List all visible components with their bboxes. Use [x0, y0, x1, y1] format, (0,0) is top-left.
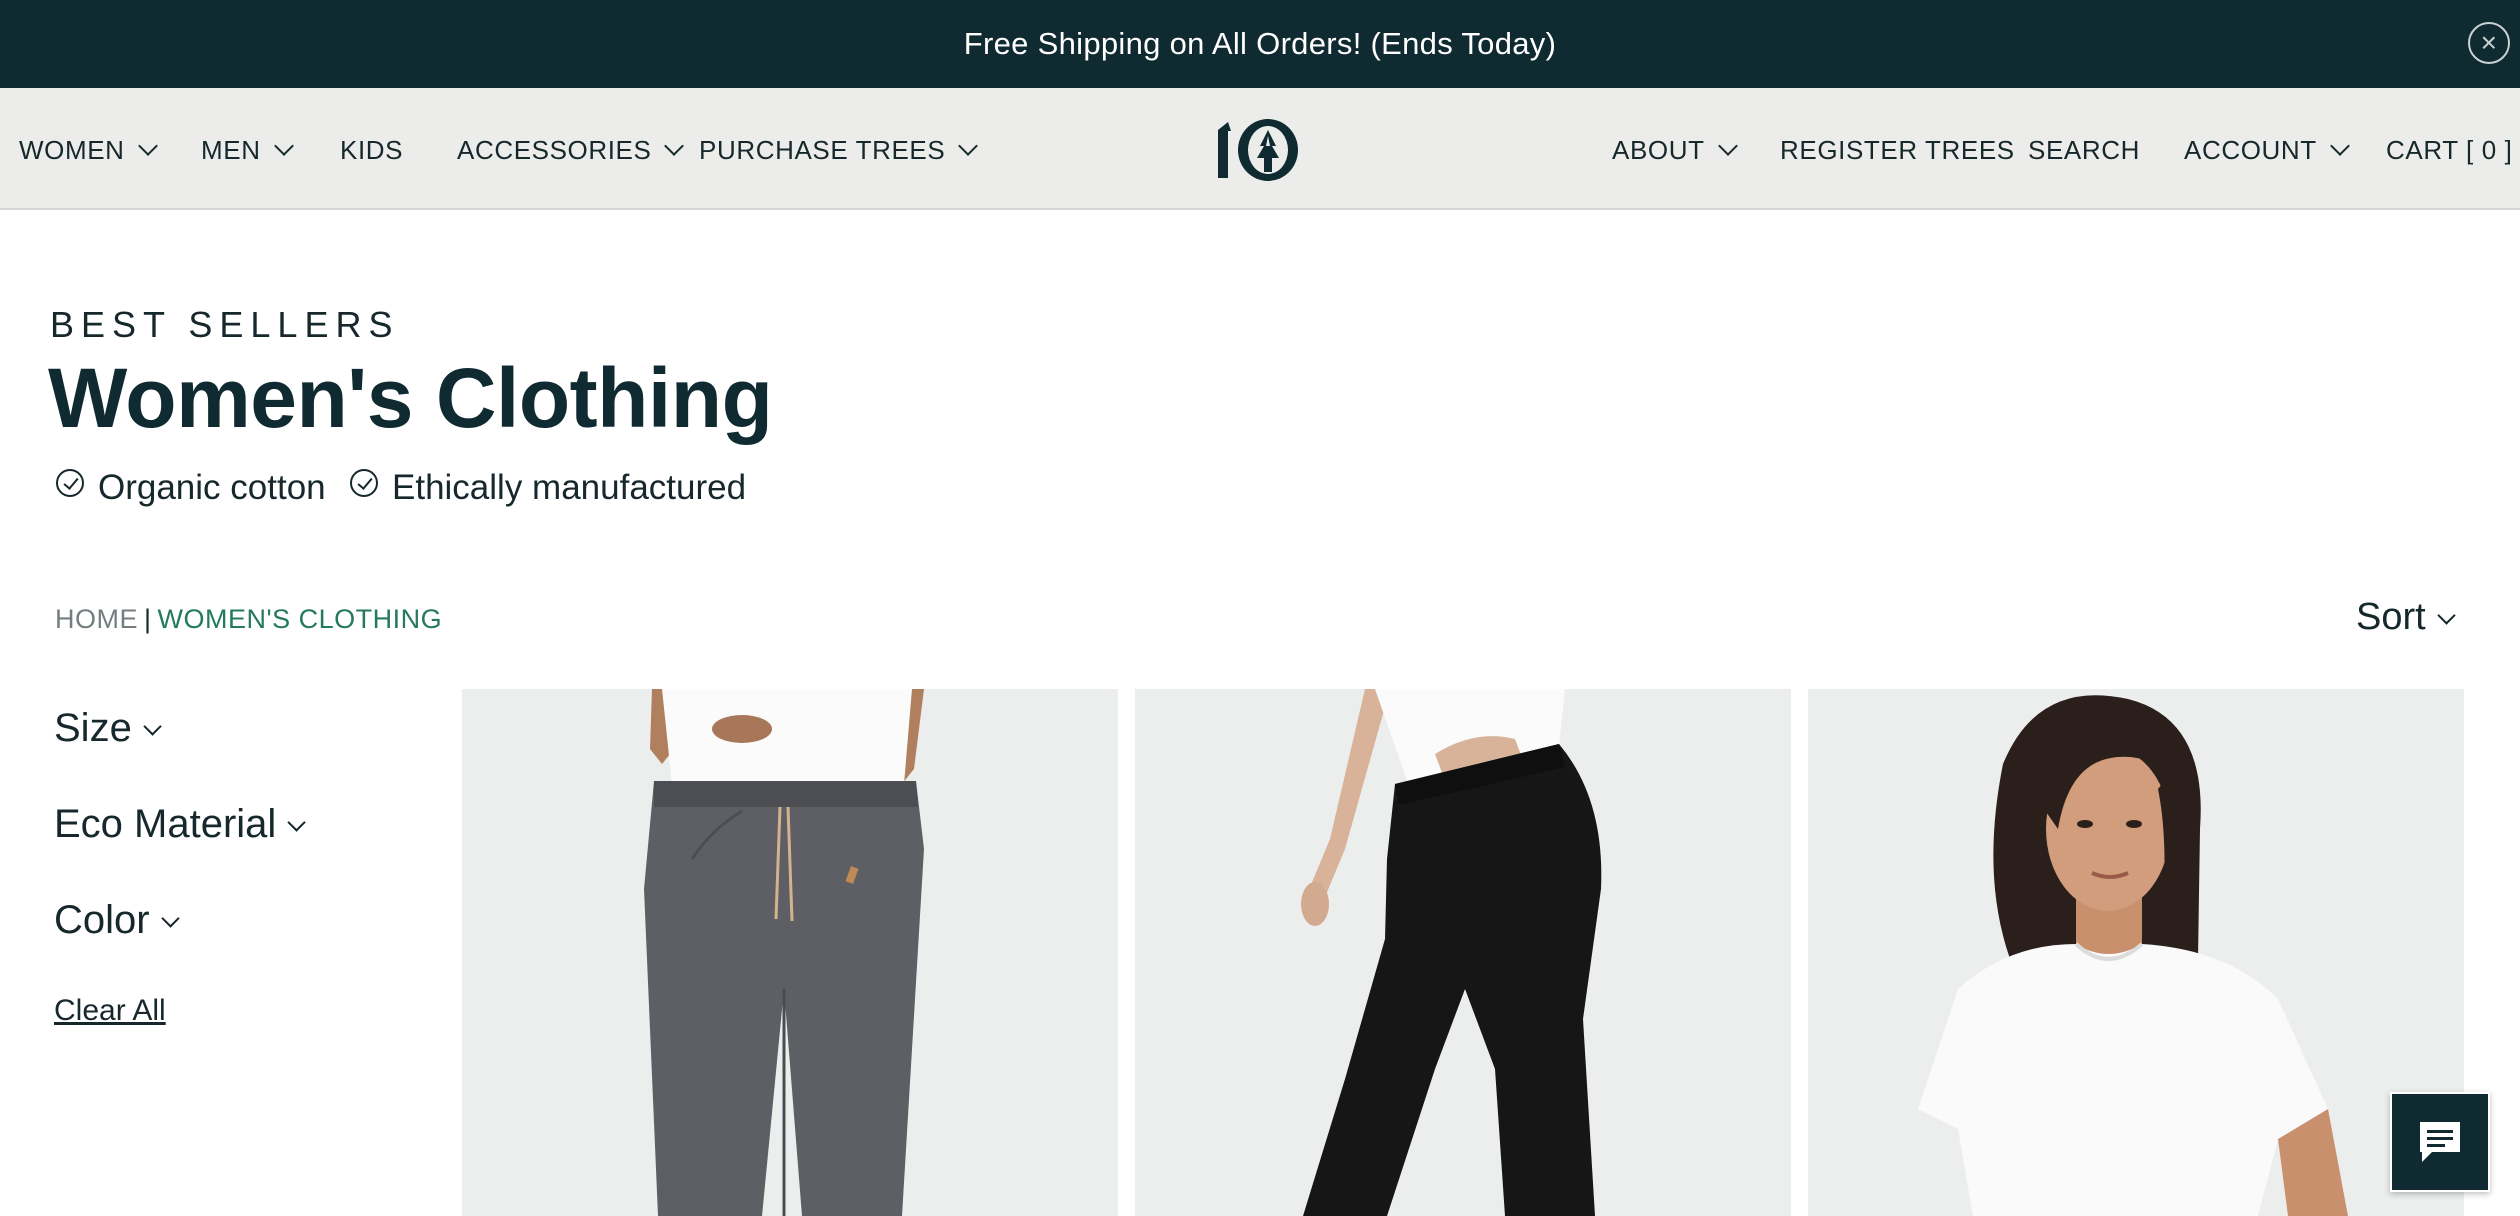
tentree-logo[interactable]	[1212, 116, 1300, 182]
chat-button[interactable]	[2390, 1092, 2490, 1192]
nav-item-register-trees[interactable]: REGISTER TREES	[1780, 134, 2015, 166]
feature-organic-cotton: Organic cotton	[56, 468, 326, 508]
chevron-down-icon	[2437, 606, 2456, 625]
nav-item-about[interactable]: ABOUT	[1612, 134, 1738, 166]
promo-text: Free Shipping on All Orders! (Ends Today…	[963, 26, 1557, 61]
chevron-down-icon	[273, 136, 294, 156]
breadcrumb-home[interactable]: HOME	[55, 604, 138, 635]
feature-ethically-manufactured: Ethically manufactured	[350, 468, 746, 508]
page-title: Women's Clothing	[48, 351, 773, 445]
chat-icon	[2420, 1122, 2460, 1162]
product-card[interactable]	[1808, 689, 2464, 1216]
chevron-down-icon	[664, 136, 685, 156]
chevron-down-icon	[137, 136, 158, 156]
breadcrumb-current: WOMEN'S CLOTHING	[157, 604, 443, 634]
product-image-joggers	[462, 689, 1118, 1216]
nav-item-account[interactable]: ACCOUNT	[2184, 134, 2350, 166]
filter-eco-material[interactable]: Eco Material	[54, 802, 307, 847]
close-icon[interactable]: ×	[2468, 22, 2510, 64]
main-nav: WOMEN MEN KIDS ACCESSORIES PURCHASE TREE…	[0, 88, 2520, 210]
nav-item-men[interactable]: MEN	[201, 134, 294, 166]
eyebrow-text: BEST SELLERS	[50, 304, 400, 345]
product-image-leggings	[1135, 689, 1791, 1216]
check-circle-icon	[350, 469, 378, 497]
filter-size[interactable]: Size	[54, 706, 162, 751]
nav-item-kids[interactable]: KIDS	[340, 134, 403, 166]
breadcrumb-separator: |	[144, 604, 152, 634]
chevron-down-icon	[160, 909, 180, 928]
nav-item-purchase-trees[interactable]: PURCHASE TREES	[699, 134, 979, 166]
chevron-down-icon	[1717, 136, 1738, 156]
breadcrumb: HOME | WOMEN'S CLOTHING	[55, 604, 442, 635]
promo-banner: Free Shipping on All Orders! (Ends Today…	[0, 0, 2520, 88]
nav-item-cart[interactable]: CART [ 0 ]	[2386, 134, 2512, 166]
chevron-down-icon	[143, 717, 162, 736]
clear-all-link[interactable]: Clear All	[54, 994, 166, 1028]
sort-dropdown[interactable]: Sort	[2356, 596, 2456, 639]
product-image-tee	[1808, 689, 2464, 1216]
chevron-down-icon	[287, 813, 307, 832]
nav-item-accessories[interactable]: ACCESSORIES	[457, 134, 685, 166]
filter-color[interactable]: Color	[54, 898, 180, 943]
product-card[interactable]	[462, 689, 1118, 1216]
check-circle-icon	[56, 469, 84, 497]
nav-item-search[interactable]: SEARCH	[2028, 134, 2140, 166]
product-card[interactable]	[1135, 689, 1791, 1216]
nav-item-women[interactable]: WOMEN	[19, 134, 158, 166]
chevron-down-icon	[958, 136, 979, 156]
chevron-down-icon	[2329, 136, 2350, 156]
